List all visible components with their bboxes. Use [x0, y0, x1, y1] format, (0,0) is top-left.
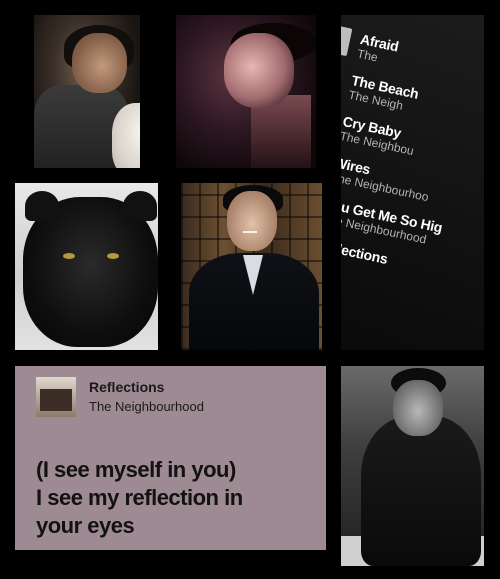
- lyric-line: your eyes: [36, 513, 135, 538]
- album-art: [341, 64, 344, 98]
- song-title: Reflections: [89, 379, 165, 395]
- artist-name: The Neighbourhood: [89, 399, 204, 414]
- photo-man-with-cat: [34, 15, 140, 168]
- lyrics-card: Reflections The Neighbourhood (I see mys…: [15, 366, 326, 550]
- song-title: Reflections: [341, 236, 390, 267]
- album-art: [341, 23, 353, 57]
- lyric-line: (I see myself in you): [36, 457, 236, 482]
- photo-man-tilted-head: [176, 15, 316, 168]
- spotify-playlist-screenshot: Afraid The The Beach The Neigh Cry Baby The…: [341, 15, 484, 350]
- photo-man-in-suit: [181, 183, 322, 350]
- lyric-line: I see my reflection in: [36, 485, 243, 510]
- album-cover: [36, 377, 76, 417]
- lyrics-text: (I see myself in you) I see my reflectio…: [36, 456, 326, 540]
- photo-black-panther: [15, 183, 158, 350]
- photo-man-sitting: [341, 366, 484, 566]
